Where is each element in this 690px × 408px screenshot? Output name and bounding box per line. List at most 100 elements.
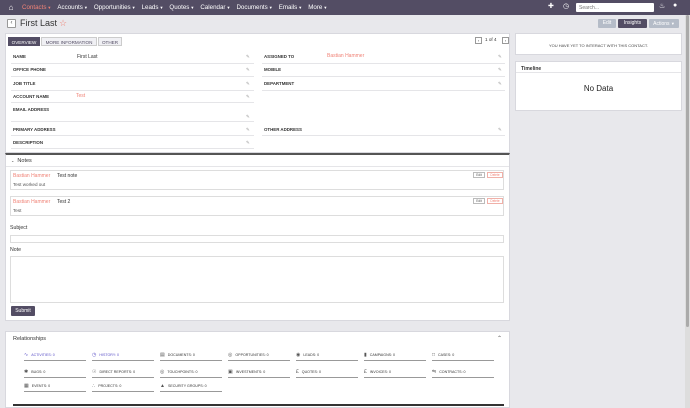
tab-other[interactable]: OTHER: [98, 37, 122, 46]
subject-input[interactable]: [10, 235, 504, 243]
pencil-icon[interactable]: ✎: [246, 127, 250, 133]
note-delete-button[interactable]: Delete: [487, 172, 503, 178]
back-button[interactable]: ‹: [7, 19, 16, 28]
pencil-icon[interactable]: ✎: [498, 81, 502, 87]
divider: [11, 90, 254, 91]
assigned-user-link[interactable]: Bastian Hammer: [327, 53, 364, 59]
relationship-cases[interactable]: □ CASES: 0: [432, 351, 494, 361]
pencil-icon[interactable]: ✎: [498, 67, 502, 73]
relationship-history[interactable]: ◷ HISTORY: 0: [92, 351, 154, 361]
chevron-down-icon: ▼: [190, 5, 195, 10]
note-edit-button[interactable]: Edit: [473, 172, 485, 178]
field-value-name: First Last: [77, 54, 98, 60]
divider: [11, 76, 254, 77]
nav-leads[interactable]: Leads▼: [142, 4, 164, 11]
nav-opportunities[interactable]: Opportunities▼: [94, 4, 136, 11]
relationship-label: LEADS: 0: [303, 353, 320, 357]
note-label: Note: [10, 247, 21, 253]
pencil-icon[interactable]: ✎: [246, 94, 250, 100]
divider: [262, 76, 505, 77]
account-name-link[interactable]: Test: [76, 93, 85, 99]
nav-documents[interactable]: Documents▼: [236, 4, 272, 11]
note-item: [10, 170, 504, 190]
insights-button[interactable]: Insights: [618, 19, 647, 28]
relationship-investments[interactable]: ▣ INVESTMENTS: 0: [228, 368, 290, 378]
pencil-icon[interactable]: ✎: [246, 114, 250, 120]
chevron-left-icon: ‹: [477, 38, 480, 43]
plus-icon[interactable]: ✚: [548, 2, 554, 10]
nav-quotes[interactable]: Quotes▼: [169, 4, 194, 11]
submit-button[interactable]: Submit: [11, 306, 35, 316]
star-icon[interactable]: ☆: [59, 18, 67, 28]
divider: [11, 63, 254, 64]
pencil-icon[interactable]: ✎: [498, 54, 502, 60]
tab-overview[interactable]: OVERVIEW: [8, 37, 40, 46]
field-label-account-name: ACCOUNT NAME: [13, 94, 50, 99]
relationship-contracts[interactable]: ⇋ CONTRACTS: 0: [432, 368, 494, 378]
relationship-documents[interactable]: ▤ DOCUMENTS: 0: [160, 351, 222, 361]
chevron-down-icon: ▼: [323, 5, 328, 10]
page-title: First Last ☆: [20, 18, 67, 29]
field-label-description: DESCRIPTION: [13, 140, 44, 145]
history-icon: ◷: [92, 352, 97, 358]
nav-calendar[interactable]: Calendar▼: [200, 4, 230, 11]
next-record-button[interactable]: ›: [502, 37, 509, 44]
relationship-label: CASES: 0: [438, 353, 455, 357]
nav-emails[interactable]: Emails▼: [279, 4, 303, 11]
chevron-down-icon: ▼: [226, 5, 231, 10]
prev-record-button[interactable]: ‹: [475, 37, 482, 44]
relationship-label: HISTORY: 0: [99, 353, 120, 357]
search-input[interactable]: [576, 3, 654, 12]
cases-icon: □: [432, 352, 436, 358]
relationship-label: OPPORTUNITIES: 0: [235, 353, 269, 357]
nav-more[interactable]: More▼: [308, 4, 327, 11]
note-textarea[interactable]: [10, 256, 504, 303]
pencil-icon[interactable]: ✎: [246, 81, 250, 87]
nav-label: Accounts: [57, 4, 83, 11]
nav-contacts[interactable]: Contacts▼: [22, 4, 51, 11]
relationship-events[interactable]: ▦ EVENTS: 0: [24, 382, 86, 392]
chevron-down-icon: ▼: [268, 5, 273, 10]
note-author-link[interactable]: Bastian Hammer: [13, 199, 50, 205]
relationship-campaigns[interactable]: ▮ CAMPAIGNS: 0: [364, 351, 426, 361]
divider: [262, 90, 505, 91]
actions-button[interactable]: Actions ▼: [649, 19, 679, 28]
activity-icon: ∿: [24, 352, 29, 358]
relationship-quotes[interactable]: £ QUOTES: 0: [296, 368, 358, 378]
chevron-up-icon[interactable]: ⌃: [497, 335, 502, 342]
relationship-invoices[interactable]: £ INVOICES: 0: [364, 368, 426, 378]
bugs-icon: ✱: [24, 369, 29, 375]
divider: [11, 102, 254, 103]
note-delete-button[interactable]: Delete: [487, 198, 503, 204]
security-groups-icon: ▲: [160, 383, 165, 389]
relationship-bugs[interactable]: ✱ BUGS: 0: [24, 368, 86, 378]
edit-button[interactable]: Edit: [598, 19, 616, 28]
note-edit-button[interactable]: Edit: [473, 198, 485, 204]
pencil-icon[interactable]: ✎: [246, 140, 250, 146]
bell-icon[interactable]: ♨: [659, 2, 665, 10]
notes-header[interactable]: ⌄ Notes: [11, 158, 32, 164]
campaigns-icon: ▮: [364, 352, 367, 358]
history-icon[interactable]: ◷: [563, 2, 569, 10]
pencil-icon[interactable]: ✎: [246, 54, 250, 60]
relationship-leads[interactable]: ◉ LEADS: 0: [296, 351, 358, 361]
relationship-opportunities[interactable]: ◎ OPPORTUNITIES: 0: [228, 351, 290, 361]
pencil-icon[interactable]: ✎: [246, 67, 250, 73]
note-item: [10, 196, 504, 216]
chevron-down-icon: ⌄: [11, 158, 15, 163]
pencil-icon[interactable]: ✎: [498, 127, 502, 133]
divider: [262, 135, 505, 136]
chevron-down-icon: ▼: [83, 5, 88, 10]
user-icon[interactable]: ●: [673, 2, 677, 9]
relationship-label: INVOICES: 0: [369, 370, 391, 374]
relationship-touchpoints[interactable]: ◎ TOUCHPOINTS: 0: [160, 368, 222, 378]
home-icon[interactable]: ⌂: [6, 3, 16, 13]
relationship-activities[interactable]: ∿ ACTIVITIES: 0: [24, 351, 86, 361]
relationship-security-groups[interactable]: ▲ SECURITY GROUPS: 0: [160, 382, 222, 392]
relationship-direct-reports[interactable]: ☉ DIRECT REPORTS: 0: [92, 368, 154, 378]
relationship-projects[interactable]: ∴ PROJECTS: 0: [92, 382, 154, 392]
nav-accounts[interactable]: Accounts▼: [57, 4, 87, 11]
scrollbar-thumb[interactable]: [686, 15, 689, 327]
tab-more-information[interactable]: MORE INFORMATION: [41, 37, 97, 46]
note-author-link[interactable]: Bastian Hammer: [13, 173, 50, 179]
